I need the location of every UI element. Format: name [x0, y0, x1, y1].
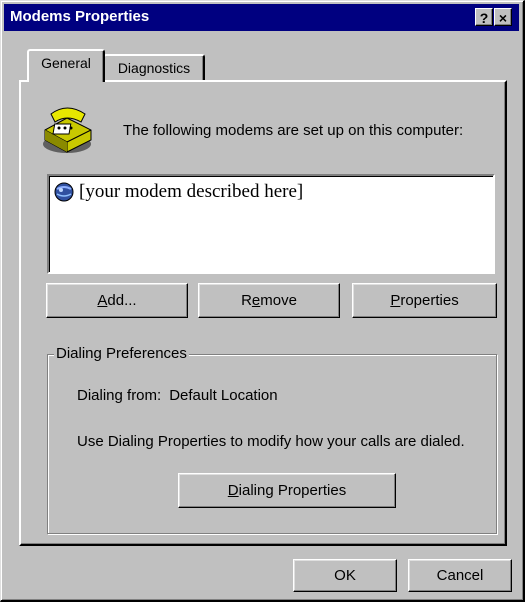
add-mnemonic: A — [97, 292, 108, 309]
dialing-preferences-label: Dialing Preferences — [54, 345, 189, 362]
dialing-from-label: Dialing from: — [77, 387, 162, 404]
add-button[interactable]: Add... — [46, 283, 188, 318]
modems-header-text: The following modems are set up on this … — [123, 122, 464, 139]
properties-button[interactable]: Properties — [352, 283, 497, 318]
remove-button[interactable]: Remove — [198, 283, 340, 318]
dialing-preferences-group: Dialing Preferences Dialing from: Default… — [47, 345, 497, 534]
dialing-description: Use Dialing Properties to modify how you… — [77, 433, 465, 450]
dialing-properties-mnemonic: D — [227, 482, 239, 499]
cancel-button[interactable]: Cancel — [408, 559, 512, 592]
help-button[interactable]: ? — [475, 8, 493, 26]
remove-label-pre: R — [241, 292, 252, 309]
modem-icon — [54, 182, 74, 202]
cancel-label: Cancel — [436, 567, 484, 584]
close-button[interactable]: × — [494, 8, 512, 26]
tab-general-label: General — [41, 55, 91, 71]
properties-mnemonic: P — [390, 292, 401, 309]
dialing-properties-label: ialing Properties — [238, 482, 347, 499]
remove-mnemonic: e — [251, 292, 261, 309]
modems-properties-dialog: Modems Properties ? × General Diagnostic… — [0, 0, 525, 602]
remove-label: move — [260, 292, 297, 309]
ok-button[interactable]: OK — [293, 559, 397, 592]
properties-label: roperties — [400, 292, 459, 309]
tab-diagnostics-label: Diagnostics — [117, 60, 191, 76]
modem-name: [your modem described here] — [79, 181, 304, 202]
general-tab-panel: The following modems are set up on this … — [19, 80, 507, 546]
modem-list[interactable]: [your modem described here] — [47, 174, 495, 274]
ok-label: OK — [334, 567, 356, 584]
dialing-properties-button[interactable]: Dialing Properties — [178, 473, 396, 508]
telephone-icon — [43, 107, 92, 153]
dialing-from: Dialing from: Default Location — [77, 387, 278, 404]
list-item[interactable]: [your modem described here] — [53, 180, 303, 204]
tab-diagnostics[interactable]: Diagnostics — [103, 54, 205, 82]
window-title: Modems Properties — [10, 8, 150, 25]
tab-general[interactable]: General — [27, 49, 105, 82]
dialing-from-value: Default Location — [169, 387, 278, 404]
title-bar[interactable]: Modems Properties ? × — [4, 4, 519, 31]
add-label: dd... — [107, 292, 137, 309]
